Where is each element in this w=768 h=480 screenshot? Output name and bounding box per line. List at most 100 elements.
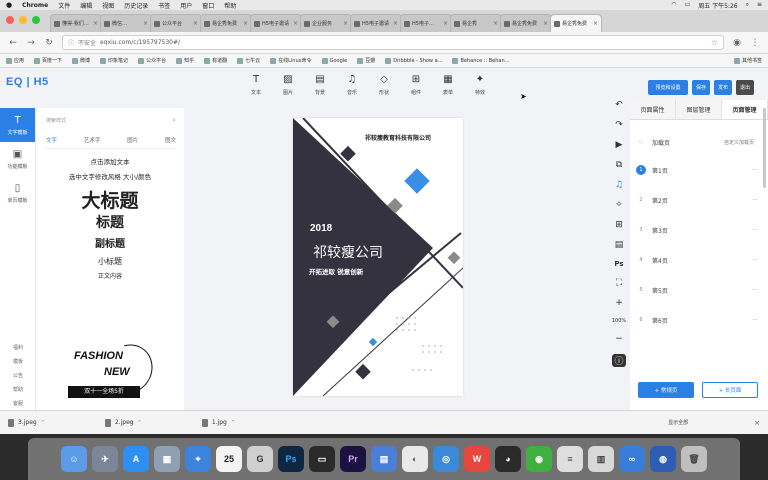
style-search-input[interactable]: 搜索样式 ⌕ bbox=[46, 115, 176, 126]
reload-icon[interactable]: ↻ bbox=[44, 38, 54, 48]
layers-icon[interactable]: ▤ bbox=[615, 240, 624, 250]
url-bar[interactable]: ⓘ 不安全 eqxiu.com/c/195797530#/ ☆ bbox=[62, 35, 724, 50]
page-row[interactable]: 6 第6页 ··· bbox=[630, 310, 768, 330]
add-text-item[interactable]: 点击添加文本 bbox=[36, 156, 184, 166]
menu-window[interactable]: 窗口 bbox=[202, 1, 214, 10]
minimize-window-button[interactable] bbox=[19, 16, 27, 24]
chevron-down-icon[interactable]: ^ bbox=[231, 420, 235, 426]
close-icon[interactable]: × bbox=[243, 20, 248, 27]
zoom-out-icon[interactable]: − bbox=[615, 334, 623, 344]
menu-view[interactable]: 视图 bbox=[102, 1, 114, 10]
publish-button[interactable]: 发布 bbox=[714, 80, 732, 95]
wifi-icon[interactable]: ◠ bbox=[671, 1, 676, 10]
page-row[interactable]: 2 第2页 ··· bbox=[630, 190, 768, 210]
menu-chrome[interactable]: Chrome bbox=[22, 2, 48, 9]
music-note-icon[interactable]: ♫ bbox=[615, 180, 623, 190]
tab-layer-management[interactable]: 图层管理 bbox=[676, 100, 722, 119]
body-text-item[interactable]: 正文内容 bbox=[36, 271, 184, 280]
bookmark-item[interactable]: Behance :: Behan... bbox=[452, 57, 509, 64]
menu-history[interactable]: 历史记录 bbox=[124, 1, 148, 10]
close-icon[interactable]: × bbox=[754, 419, 760, 427]
menu-help[interactable]: 帮助 bbox=[224, 1, 236, 10]
custom-loading-link[interactable]: 自定义加载页 bbox=[724, 139, 754, 146]
bookmark-item[interactable]: 公众平台 bbox=[138, 57, 166, 64]
tool-effects[interactable]: ✦ 特效 bbox=[464, 74, 496, 96]
back-arrow-icon[interactable]: ← bbox=[8, 38, 18, 48]
info-icon[interactable]: ⓘ bbox=[68, 38, 74, 47]
tab-page-properties[interactable]: 页面属性 bbox=[630, 100, 676, 119]
close-window-button[interactable] bbox=[6, 16, 14, 24]
company-title-text[interactable]: 祁较瘦公司 bbox=[313, 242, 383, 262]
more-icon[interactable]: ··· bbox=[752, 167, 758, 174]
company-name-text[interactable]: 祁较瘦教育科技有限公司 bbox=[365, 133, 431, 142]
zoom-in-icon[interactable]: + bbox=[615, 298, 623, 308]
chrome-icon[interactable]: ◎ bbox=[433, 446, 459, 472]
tool-background[interactable]: ▤ 背景 bbox=[304, 74, 336, 96]
maximize-window-button[interactable] bbox=[32, 16, 40, 24]
exit-button[interactable]: 退出 bbox=[736, 80, 754, 95]
nav-link-welfare[interactable]: 福利 bbox=[13, 344, 23, 351]
eqxiu-logo[interactable]: EQ | H5 bbox=[6, 76, 49, 88]
copy-icon[interactable]: ⧉ bbox=[616, 160, 622, 170]
play-icon[interactable]: ▶ bbox=[616, 140, 623, 150]
safari-icon[interactable]: ⌖ bbox=[185, 446, 211, 472]
bookmark-item[interactable]: 有道翻 bbox=[204, 57, 227, 64]
style-hint-item[interactable]: 选中文字修改风格 大小/颜色 bbox=[36, 171, 184, 181]
year-text[interactable]: 2018 bbox=[310, 223, 332, 234]
browser-tab-active[interactable]: 易企秀免费 × bbox=[550, 14, 602, 32]
nav-function-template[interactable]: ▣ 功能模板 bbox=[0, 142, 35, 176]
tool-image[interactable]: ▨ 图片 bbox=[272, 74, 304, 96]
more-icon[interactable]: ··· bbox=[752, 257, 758, 264]
download-item[interactable]: 2.jpeg ^ bbox=[104, 418, 142, 427]
textedit-icon[interactable]: ≡ bbox=[557, 446, 583, 472]
browser-tab[interactable]: 易企秀 × bbox=[450, 14, 502, 32]
browser-tab[interactable]: H5电子邀请 × bbox=[350, 14, 402, 32]
bookmark-item[interactable]: 七牛云 bbox=[237, 57, 260, 64]
menu-user[interactable]: 用户 bbox=[180, 1, 192, 10]
tab-page-management[interactable]: 页面管理 bbox=[722, 100, 768, 119]
finder-icon[interactable]: ☺ bbox=[61, 446, 87, 472]
bookmark-item[interactable]: 微博 bbox=[72, 57, 90, 64]
undo-icon[interactable]: ↶ bbox=[615, 100, 623, 110]
list-icon[interactable]: ≡ bbox=[757, 1, 762, 10]
baidu-netdisk-icon[interactable]: ∞ bbox=[619, 446, 645, 472]
fullscreen-icon[interactable]: ⛶ bbox=[616, 278, 622, 288]
chevron-down-icon[interactable]: ^ bbox=[41, 420, 45, 426]
browser-tab[interactable]: 易企秀免费 × bbox=[500, 14, 552, 32]
chevron-down-icon[interactable]: ^ bbox=[138, 420, 142, 426]
menubar-clock[interactable]: 周五 下午5:26 bbox=[698, 1, 737, 10]
tool-text[interactable]: T 文本 bbox=[240, 74, 272, 96]
tab-text[interactable]: 文字 bbox=[46, 136, 57, 144]
preview-icon[interactable]: ◐ bbox=[402, 446, 428, 472]
nav-link-help[interactable]: 帮助 bbox=[13, 386, 23, 393]
save-button[interactable]: 保存 bbox=[692, 80, 710, 95]
keynote-icon[interactable]: ▤ bbox=[371, 446, 397, 472]
app-store-icon[interactable]: A bbox=[123, 446, 149, 472]
bookmark-item[interactable]: Dribbble - Show a... bbox=[385, 57, 442, 64]
url-text[interactable]: eqxiu.com/c/195797530#/ bbox=[100, 39, 180, 46]
show-all-downloads-link[interactable]: 显示全部 bbox=[668, 419, 688, 426]
battery-icon[interactable]: ▭ bbox=[685, 1, 691, 10]
other-bookmarks[interactable]: 其他书签 bbox=[733, 57, 762, 64]
panel-scrollbar[interactable] bbox=[763, 108, 766, 188]
close-icon[interactable]: × bbox=[543, 20, 548, 27]
nav-link-service[interactable]: 客服 bbox=[13, 400, 23, 407]
close-icon[interactable]: × bbox=[193, 20, 198, 27]
apple-icon[interactable]: ● bbox=[6, 1, 12, 9]
close-icon[interactable]: × bbox=[593, 20, 598, 27]
fashion-art-text-item[interactable]: FASHION NEW 双十一全场5折 bbox=[64, 335, 162, 410]
forward-arrow-icon[interactable]: → bbox=[26, 38, 36, 48]
launchpad-icon[interactable]: ✈ bbox=[92, 446, 118, 472]
tool-form[interactable]: ▦ 表单 bbox=[432, 74, 464, 96]
slogan-text[interactable]: 开拓进取 锐意创新 bbox=[309, 266, 363, 276]
small-title-item[interactable]: 小标题 bbox=[36, 256, 184, 267]
nav-text-template[interactable]: T 文字模板 bbox=[0, 108, 35, 142]
photoshop-icon[interactable]: Ps bbox=[614, 260, 623, 268]
preview-settings-button[interactable]: 预览和设置 bbox=[648, 80, 688, 95]
grid-icon[interactable]: ⊞ bbox=[615, 220, 623, 230]
add-normal-page-button[interactable]: + 常规页 bbox=[638, 382, 694, 398]
close-icon[interactable]: × bbox=[143, 20, 148, 27]
loading-page-row[interactable]: ◌ 加载页 自定义加载页 bbox=[630, 132, 768, 152]
page-row[interactable]: 4 第4页 ··· bbox=[630, 250, 768, 270]
more-icon[interactable]: ··· bbox=[752, 317, 758, 324]
